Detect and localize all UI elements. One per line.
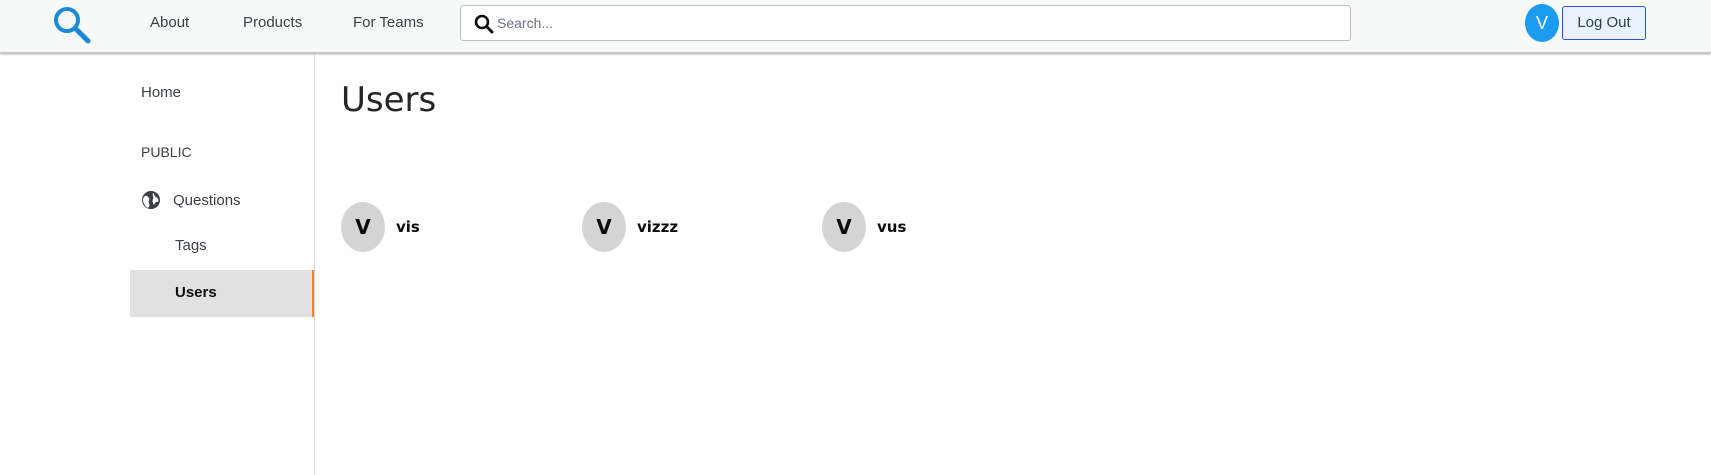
sidebar-item-questions[interactable]: Questions: [141, 190, 241, 210]
user-name[interactable]: vizzz: [637, 218, 678, 236]
user-name[interactable]: vis: [396, 218, 420, 236]
sidebar-divider: [314, 54, 315, 475]
user-card[interactable]: V vizzz: [582, 202, 678, 252]
nav-products-link[interactable]: Products: [243, 14, 302, 31]
user-avatar: V: [822, 202, 866, 252]
search-icon: [474, 14, 494, 34]
sidebar-item-questions-label: Questions: [173, 191, 241, 209]
user-avatar: V: [341, 202, 385, 252]
user-card[interactable]: V vis: [341, 202, 420, 252]
user-avatar: V: [582, 202, 626, 252]
page-title: Users: [341, 80, 437, 120]
left-sidebar: Home PUBLIC Questions Tags Users: [130, 54, 315, 475]
globe-icon: [142, 191, 160, 209]
sidebar-section-public: PUBLIC: [141, 144, 192, 160]
user-name[interactable]: vus: [877, 218, 906, 236]
top-bar: About Products For Teams V Log Out: [0, 0, 1711, 53]
app-logo-icon[interactable]: [52, 5, 92, 45]
search-input[interactable]: [497, 6, 1337, 40]
nav-for-teams-link[interactable]: For Teams: [353, 14, 424, 31]
sidebar-item-tags[interactable]: Tags: [175, 237, 207, 254]
logout-button[interactable]: Log Out: [1562, 6, 1646, 40]
user-avatar-button[interactable]: V: [1525, 4, 1559, 42]
sidebar-item-users-label: Users: [175, 284, 217, 301]
search-bar[interactable]: [460, 5, 1351, 41]
user-card[interactable]: V vus: [822, 202, 906, 252]
sidebar-item-users[interactable]: Users: [130, 270, 315, 317]
sidebar-item-home[interactable]: Home: [141, 84, 181, 101]
nav-about-link[interactable]: About: [150, 14, 189, 31]
